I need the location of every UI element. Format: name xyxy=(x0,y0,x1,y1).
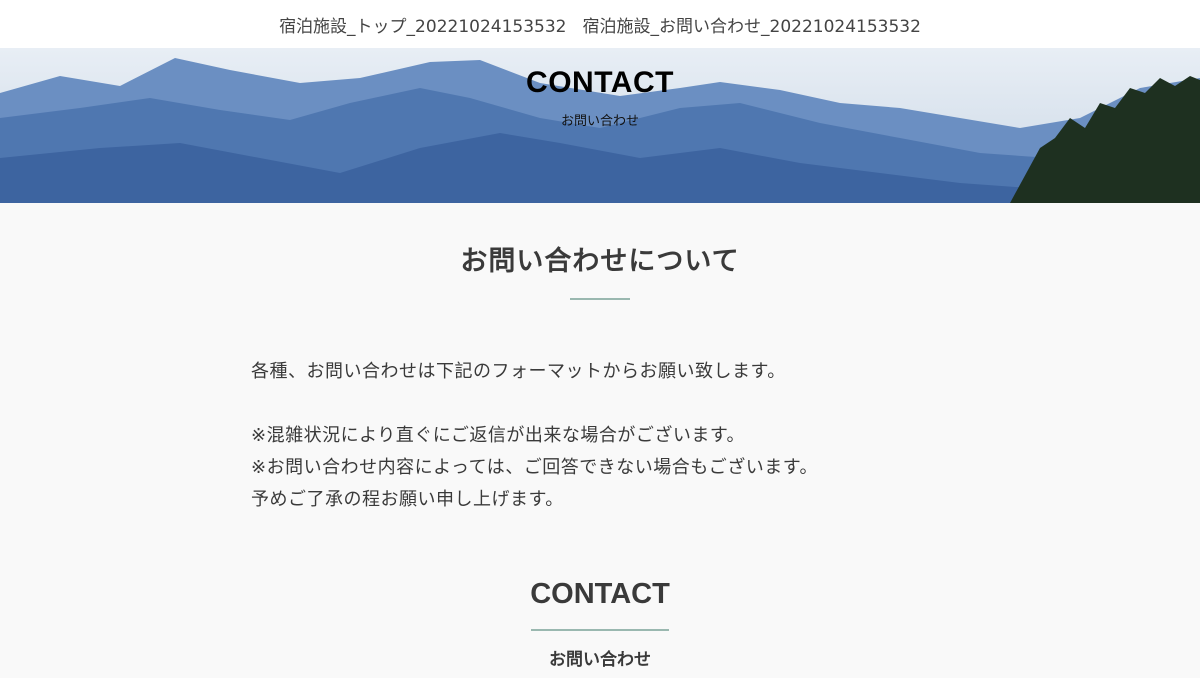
hero-banner: CONTACT お問い合わせ xyxy=(0,48,1200,203)
contact-section-subtitle: お問い合わせ xyxy=(549,650,651,670)
about-line-2: ※混雑状況により直ぐにご返信が出来な場合がございます。 xyxy=(251,425,746,446)
about-body: 各種、お問い合わせは下記のフォーマットからお願い致します。 ※混雑状況により直ぐ… xyxy=(251,356,951,516)
top-navigation: 宿泊施設_トップ_20221024153532 宿泊施設_お問い合わせ_2022… xyxy=(0,0,1200,48)
about-section-title: お問い合わせについて xyxy=(460,246,740,277)
nav-link-top[interactable]: 宿泊施設_トップ_20221024153532 xyxy=(279,12,566,37)
hero-subtitle: お問い合わせ xyxy=(560,114,639,129)
about-line-1: 各種、お問い合わせは下記のフォーマットからお願い致します。 xyxy=(251,361,786,382)
contact-divider xyxy=(531,629,669,631)
title-divider xyxy=(570,298,630,300)
contact-section-title: CONTACT xyxy=(530,578,670,610)
about-line-4: 予めご了承の程お願い申し上げます。 xyxy=(251,489,564,510)
nav-link-contact[interactable]: 宿泊施設_お問い合わせ_20221024153532 xyxy=(583,12,921,37)
hero-title: CONTACT xyxy=(526,66,674,99)
about-line-3: ※お問い合わせ内容によっては、ご回答できない場合もございます。 xyxy=(251,457,818,478)
